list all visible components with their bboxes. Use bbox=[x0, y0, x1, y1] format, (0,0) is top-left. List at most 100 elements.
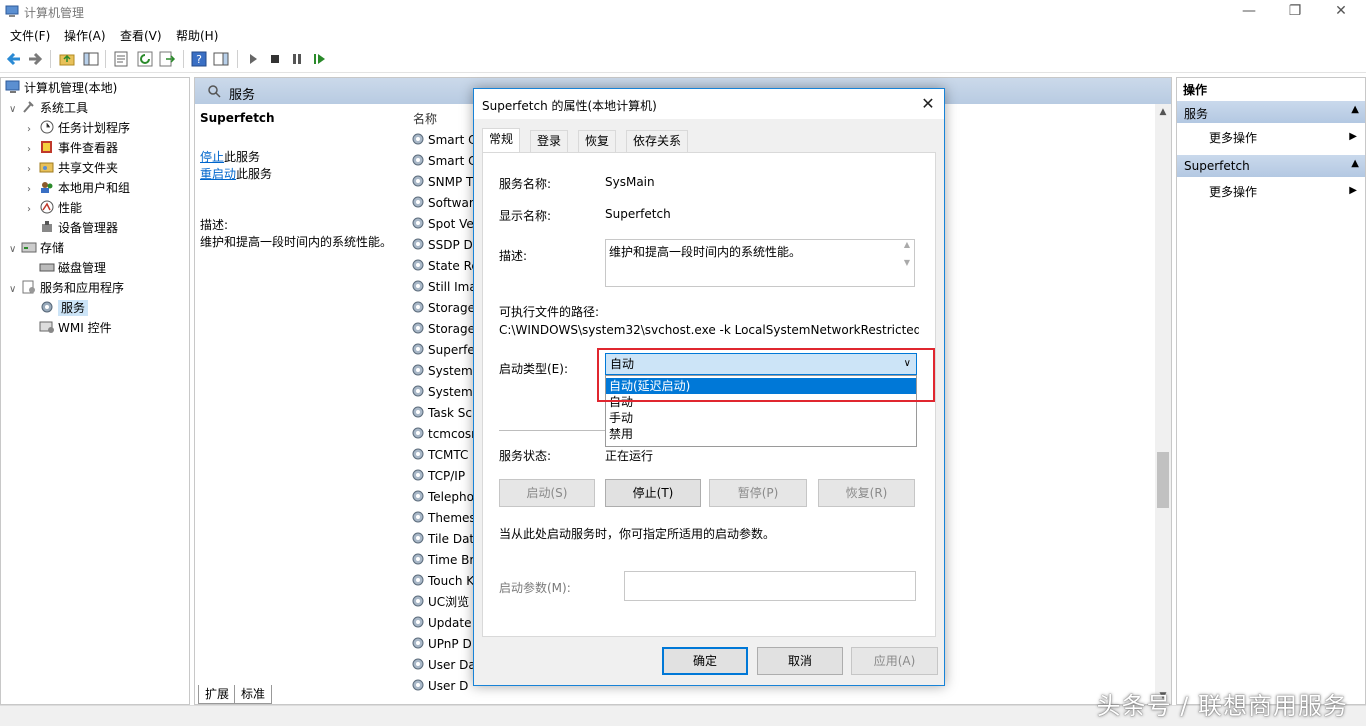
service-row[interactable]: Softwar bbox=[411, 193, 481, 213]
scrollbar-thumb[interactable] bbox=[1157, 452, 1169, 508]
cancel-button[interactable]: 取消 bbox=[757, 647, 843, 675]
chevron-right-icon[interactable]: › bbox=[27, 140, 39, 160]
startup-params-input[interactable] bbox=[624, 571, 916, 601]
chevron-down-icon[interactable]: ∨ bbox=[9, 100, 21, 120]
collapse-icon[interactable]: ▲ bbox=[1351, 158, 1359, 169]
properties-icon[interactable] bbox=[112, 50, 130, 68]
up-folder-icon[interactable] bbox=[58, 50, 76, 68]
tab-recovery[interactable]: 恢复 bbox=[578, 130, 617, 152]
collapse-icon[interactable]: ▲ bbox=[1351, 104, 1359, 115]
actions-section-superfetch[interactable]: Superfetch ▲ bbox=[1177, 155, 1365, 177]
tab-general[interactable]: 常规 bbox=[482, 128, 521, 152]
service-row[interactable]: Superfe bbox=[411, 340, 481, 360]
resume-button[interactable]: 恢复(R) bbox=[818, 479, 915, 507]
forward-icon[interactable] bbox=[26, 50, 44, 68]
restart-service-link[interactable]: 重启动 bbox=[200, 167, 236, 181]
restart-service-icon[interactable] bbox=[310, 50, 328, 68]
service-row[interactable]: Touch K bbox=[411, 571, 481, 591]
service-row[interactable]: Update bbox=[411, 613, 481, 633]
tree-item-system-tools[interactable]: ∨ 系统工具 bbox=[9, 98, 88, 118]
tree-item-performance[interactable]: › 性能 bbox=[27, 198, 82, 218]
tab-extended[interactable]: 扩展 bbox=[198, 685, 237, 704]
tab-dependencies[interactable]: 依存关系 bbox=[626, 130, 689, 152]
menu-help[interactable]: 帮助(H) bbox=[176, 27, 218, 44]
service-row[interactable]: User Da bbox=[411, 655, 481, 675]
tree-item-wmi[interactable]: WMI 控件 bbox=[39, 318, 112, 338]
service-row[interactable]: Storage bbox=[411, 319, 481, 339]
tab-standard[interactable]: 标准 bbox=[234, 685, 273, 704]
apply-button[interactable]: 应用(A) bbox=[851, 647, 938, 675]
service-row[interactable]: State Re bbox=[411, 256, 481, 276]
tree-root[interactable]: 计算机管理(本地) bbox=[5, 78, 117, 98]
service-row[interactable]: Smart C bbox=[411, 130, 481, 150]
restore-button[interactable]: ❐ bbox=[1272, 0, 1318, 24]
service-row[interactable]: Still Ima bbox=[411, 277, 481, 297]
chevron-down-icon[interactable]: ∨ bbox=[9, 280, 21, 300]
service-row[interactable]: Spot Ve bbox=[411, 214, 481, 234]
tree-item-device-manager[interactable]: 设备管理器 bbox=[39, 218, 118, 238]
show-hide-tree-icon[interactable] bbox=[82, 50, 100, 68]
service-row[interactable]: UC浏览 bbox=[411, 592, 481, 612]
more-actions-services[interactable]: 更多操作 bbox=[1209, 129, 1257, 146]
tree-item-storage[interactable]: ∨ 存储 bbox=[9, 238, 64, 258]
services-scrollbar[interactable]: ▲ ▼ bbox=[1155, 104, 1171, 704]
tree-item-services[interactable]: 服务 bbox=[39, 298, 89, 318]
service-row[interactable]: System bbox=[411, 361, 481, 381]
start-service-icon[interactable] bbox=[244, 50, 262, 68]
column-header-name[interactable]: 名称 bbox=[413, 110, 437, 127]
menu-view[interactable]: 查看(V) bbox=[120, 27, 162, 44]
service-row[interactable]: Telepho bbox=[411, 487, 481, 507]
ok-button[interactable]: 确定 bbox=[662, 647, 748, 675]
pause-button[interactable]: 暂停(P) bbox=[709, 479, 807, 507]
minimize-button[interactable]: — bbox=[1226, 0, 1272, 24]
scroll-up-icon[interactable]: ▲ bbox=[1155, 104, 1171, 120]
tree-item-local-users[interactable]: › 本地用户和组 bbox=[27, 178, 130, 198]
start-button[interactable]: 启动(S) bbox=[499, 479, 595, 507]
gear-icon bbox=[412, 322, 424, 334]
chevron-right-icon[interactable]: › bbox=[27, 120, 39, 140]
menu-file[interactable]: 文件(F) bbox=[10, 27, 50, 44]
menu-action[interactable]: 操作(A) bbox=[64, 27, 106, 44]
service-row[interactable]: SNMP T bbox=[411, 172, 481, 192]
service-row[interactable]: Storage bbox=[411, 298, 481, 318]
close-window-button[interactable]: ✕ bbox=[1318, 0, 1364, 24]
help-icon[interactable]: ? bbox=[190, 50, 208, 68]
service-row[interactable]: TCP/IP bbox=[411, 466, 481, 486]
service-row[interactable]: Themes bbox=[411, 508, 481, 528]
refresh-icon[interactable] bbox=[136, 50, 154, 68]
executable-path-value: C:\WINDOWS\system32\svchost.exe -k Local… bbox=[499, 323, 919, 337]
tree-item-shared-folders[interactable]: › 共享文件夹 bbox=[27, 158, 118, 178]
tree-item-event-viewer[interactable]: › 事件查看器 bbox=[27, 138, 118, 158]
stop-button[interactable]: 停止(T) bbox=[605, 479, 701, 507]
service-row[interactable]: TCMTC bbox=[411, 445, 481, 465]
service-row[interactable]: tcmcosr bbox=[411, 424, 481, 444]
description-box[interactable]: 维护和提高一段时间内的系统性能。 ▲ ▼ bbox=[605, 239, 915, 287]
tab-logon[interactable]: 登录 bbox=[530, 130, 569, 152]
service-row[interactable]: SSDP D bbox=[411, 235, 481, 255]
startup-option-disabled[interactable]: 禁用 bbox=[606, 426, 916, 442]
service-row[interactable]: Time Br bbox=[411, 550, 481, 570]
tree-item-services-apps[interactable]: ∨ 服务和应用程序 bbox=[9, 278, 124, 298]
service-row[interactable]: Tile Dat bbox=[411, 529, 481, 549]
more-actions-superfetch[interactable]: 更多操作 bbox=[1209, 183, 1257, 200]
stop-service-icon[interactable] bbox=[266, 50, 284, 68]
service-row[interactable]: Task Sc bbox=[411, 403, 481, 423]
description-scrollbar[interactable]: ▲ ▼ bbox=[900, 240, 914, 286]
chevron-right-icon[interactable]: › bbox=[27, 200, 39, 220]
back-icon[interactable] bbox=[5, 50, 23, 68]
startup-option-manual[interactable]: 手动 bbox=[606, 410, 916, 426]
service-row[interactable]: UPnP D bbox=[411, 634, 481, 654]
chevron-right-icon[interactable]: › bbox=[27, 160, 39, 180]
chevron-right-icon[interactable]: › bbox=[27, 180, 39, 200]
tree-item-disk-management[interactable]: 磁盘管理 bbox=[39, 258, 106, 278]
service-row[interactable]: System bbox=[411, 382, 481, 402]
export-list-icon[interactable] bbox=[158, 50, 176, 68]
close-icon[interactable]: ✕ bbox=[918, 94, 938, 114]
chevron-down-icon[interactable]: ∨ bbox=[9, 240, 21, 260]
actions-section-services[interactable]: 服务 ▲ bbox=[1177, 101, 1365, 123]
pause-service-icon[interactable] bbox=[288, 50, 306, 68]
stop-service-link[interactable]: 停止 bbox=[200, 150, 224, 164]
show-action-pane-icon[interactable] bbox=[212, 50, 230, 68]
tree-item-task-scheduler[interactable]: › 任务计划程序 bbox=[27, 118, 130, 138]
service-row[interactable]: Smart C bbox=[411, 151, 481, 171]
